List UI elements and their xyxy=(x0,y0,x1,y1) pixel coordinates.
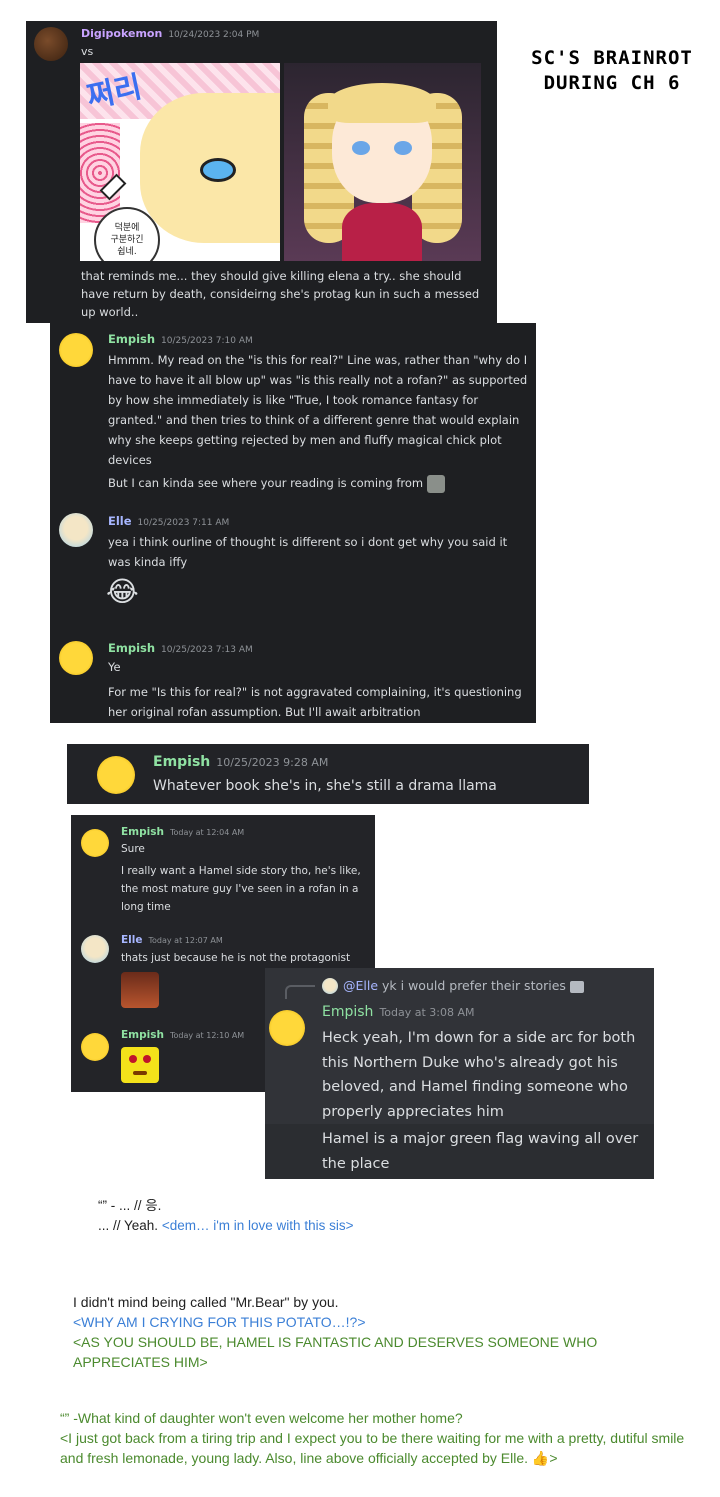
timestamp: 10/25/2023 7:10 AM xyxy=(161,336,253,346)
note-line: “” - ... // 응. xyxy=(98,1198,162,1213)
title-line-2: DURING CH 6 xyxy=(543,72,681,94)
avatar[interactable] xyxy=(81,1033,109,1061)
reply-line xyxy=(285,985,315,999)
timestamp: 10/25/2023 7:13 AM xyxy=(161,645,253,655)
speech-bubble-text: 덕분에 구분하긴 쉽네. xyxy=(110,223,144,257)
username[interactable]: Empish xyxy=(108,332,155,346)
note-block-2: I didn't mind being called "Mr.Bear" by … xyxy=(73,1292,663,1372)
avatar[interactable] xyxy=(59,641,93,675)
username[interactable]: Empish xyxy=(108,641,155,655)
avatar[interactable] xyxy=(59,513,93,547)
image-icon xyxy=(569,980,584,993)
avatar[interactable] xyxy=(97,756,135,794)
note-line: I didn't mind being called "Mr.Bear" by … xyxy=(73,1294,339,1310)
message-text: Sure xyxy=(121,843,145,855)
page-title: SC'S BRAINROT DURING CH 6 xyxy=(528,46,696,96)
avatar[interactable] xyxy=(81,935,109,963)
timestamp: 10/25/2023 7:11 AM xyxy=(137,518,230,528)
username[interactable]: Empish xyxy=(153,754,210,770)
username[interactable]: Elle xyxy=(108,514,132,528)
username[interactable]: Elle xyxy=(121,934,143,946)
message-text: yea i think ourline of thought is differ… xyxy=(108,535,508,569)
message-text: Hamel is a major green flag waving all o… xyxy=(322,1131,639,1172)
message-text: Hmmm. My read on the "is this for real?"… xyxy=(108,353,528,467)
timestamp: Today at 12:10 AM xyxy=(169,1031,245,1040)
avatar[interactable] xyxy=(269,1010,305,1046)
message-text: Ye xyxy=(108,660,121,674)
username[interactable]: Empish xyxy=(121,1029,164,1041)
avatar[interactable] xyxy=(59,333,93,367)
note-line-green: “” -What kind of daughter won't even wel… xyxy=(60,1410,463,1426)
custom-emoji xyxy=(426,474,445,493)
manga-panel-image[interactable]: 쩌리 덕분에 구분하긴 쉽네. xyxy=(80,63,280,261)
message-text: that reminds me... they should give kill… xyxy=(81,269,480,319)
message-text: Whatever book she's in, she's still a dr… xyxy=(153,778,497,794)
message-text: vs xyxy=(81,45,94,58)
note-line-blue: <WHY AM I CRYING FOR THIS POTATO…!?> xyxy=(73,1314,366,1330)
chat-panel-side-arc: @Elle yk i would prefer their stories Em… xyxy=(265,968,654,1179)
note-text: ... // Yeah. xyxy=(98,1218,162,1233)
message-text: I really want a Hamel side story tho, he… xyxy=(121,865,361,913)
chat-panel-drama-llama: Empish 10/25/2023 9:28 AM Whatever book s… xyxy=(67,744,589,804)
username[interactable]: Empish xyxy=(322,1004,373,1020)
username[interactable]: Empish xyxy=(121,826,164,838)
note-block-1: “” - ... // 응. ... // Yeah. <dem… i'm in… xyxy=(98,1196,353,1236)
reply-text[interactable]: yk i would prefer their stories xyxy=(382,978,566,993)
avatar[interactable] xyxy=(81,829,109,857)
avatar[interactable] xyxy=(34,27,68,61)
timestamp: 10/24/2023 2:04 PM xyxy=(168,30,260,40)
message-text: But I can kinda see where your reading i… xyxy=(108,473,532,493)
timestamp: 10/25/2023 9:28 AM xyxy=(216,756,329,769)
message-text: Heck yeah, I'm down for a side arc for b… xyxy=(322,1030,636,1120)
timestamp: Today at 12:04 AM xyxy=(169,828,245,837)
timestamp: Today at 12:07 AM xyxy=(148,936,223,945)
chat-panel-digipokemon: Digipokemon 10/24/2023 2:04 PM vs 쩌리 덕분에 … xyxy=(26,21,497,323)
anime-character-image[interactable] xyxy=(284,63,481,261)
chat-panel-empish-elle: Empish 10/25/2023 7:10 AM Hmmm. My read o… xyxy=(50,323,536,723)
note-block-3: “” -What kind of daughter won't even wel… xyxy=(60,1408,690,1468)
avatar[interactable] xyxy=(322,978,338,994)
note-line-green: <I just got back from a tiring trip and … xyxy=(60,1430,685,1466)
username[interactable]: Digipokemon xyxy=(81,27,162,40)
custom-emoji xyxy=(121,1047,159,1083)
message-text-inline: But I can kinda see where your reading i… xyxy=(108,476,424,490)
title-line-1: SC'S BRAINROT xyxy=(531,47,693,69)
message-text: For me "Is this for real?" is not aggrav… xyxy=(108,685,522,719)
note-line: ... // Yeah. <dem… i'm in love with this… xyxy=(98,1216,353,1236)
custom-emoji xyxy=(121,972,159,1008)
note-text-blue: <dem… i'm in love with this sis> xyxy=(161,1218,354,1233)
emoji-reaction: 😂 xyxy=(106,575,139,608)
timestamp: Today at 3:08 AM xyxy=(379,1006,475,1019)
reply-username[interactable]: @Elle xyxy=(343,978,378,993)
message-text: thats just because he is not the protago… xyxy=(121,952,351,964)
note-line-green: <AS YOU SHOULD BE, HAMEL IS FANTASTIC AN… xyxy=(73,1334,598,1370)
